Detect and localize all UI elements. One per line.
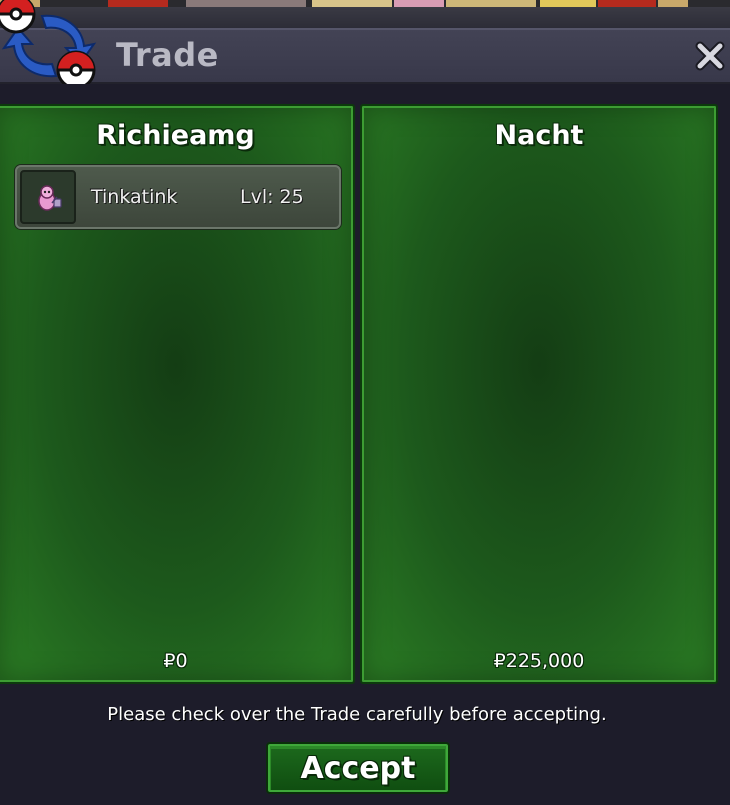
item-pokemon-level: Lvl: 25 <box>240 186 304 208</box>
money-offer-left: ₽0 <box>163 650 188 672</box>
close-button[interactable] <box>690 36 730 76</box>
money-offer-right: ₽225,000 <box>493 650 585 672</box>
window-title: Trade <box>116 36 219 74</box>
trainer-name-left: Richieamg <box>96 120 255 151</box>
offer-panel-left: Richieamg Tinkatink Lvl: 25 ₽0 <box>0 104 355 684</box>
title-bar <box>0 28 730 84</box>
close-icon <box>695 41 725 71</box>
offered-pokemon-item[interactable]: Tinkatink Lvl: 25 <box>15 165 341 229</box>
offer-panel-right: Nacht ₽225,000 <box>360 104 718 684</box>
item-pokemon-name: Tinkatink <box>91 186 178 208</box>
trade-warning-text: Please check over the Trade carefully be… <box>107 704 607 725</box>
accept-button[interactable]: Accept <box>266 742 450 794</box>
tinkatink-sprite-icon <box>20 170 76 224</box>
trainer-name-right: Nacht <box>494 120 584 151</box>
game-world-background <box>0 0 730 30</box>
trade-window: Trade Richieamg Tinkatink Lvl: 25 ₽0 Nac… <box>0 0 730 805</box>
